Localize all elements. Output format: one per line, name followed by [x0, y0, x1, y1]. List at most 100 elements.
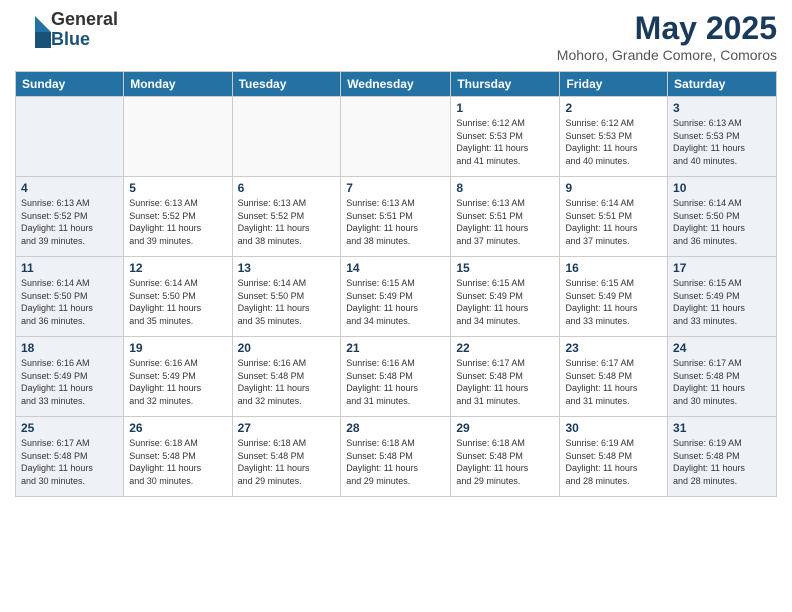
header-wednesday: Wednesday — [341, 72, 451, 97]
calendar-cell: 16Sunrise: 6:15 AM Sunset: 5:49 PM Dayli… — [560, 257, 668, 337]
header-friday: Friday — [560, 72, 668, 97]
day-info: Sunrise: 6:16 AM Sunset: 5:49 PM Dayligh… — [129, 357, 226, 407]
calendar-cell: 20 Sunrise: 6:16 AM Sunset: 5:48 PM Dayli… — [232, 337, 341, 417]
day-info: Sunrise: 6:16 AM Sunset: 5:48 PM Dayligh… — [238, 357, 336, 407]
header-sunday: Sunday — [16, 72, 124, 97]
calendar-cell: 12 Sunrise: 6:14 AM Sunset: 5:50 PM Dayli… — [124, 257, 232, 337]
calendar-cell: 17 Sunrise: 6:15 AM Sunset: 5:49 PM Dayli… — [668, 257, 777, 337]
calendar-cell: 29Sunrise: 6:18 AM Sunset: 5:48 PM Dayli… — [451, 417, 560, 497]
calendar-cell: 30 Sunrise: 6:19 AM Sunset: 5:48 PM Dayli… — [560, 417, 668, 497]
day-info: Sunrise: 6:16 AM Sunset: 5:48 PM Dayligh… — [346, 357, 445, 407]
calendar-cell: 11 Sunrise: 6:14 AM Sunset: 5:50 PM Dayli… — [16, 257, 124, 337]
day-info: Sunrise: 6:16 AM Sunset: 5:49 PM Dayligh… — [21, 357, 118, 407]
day-info: Sunrise: 6:17 AM Sunset: 5:48 PM Dayligh… — [21, 437, 118, 487]
day-number: 24 — [673, 341, 771, 355]
calendar-cell: 23Sunrise: 6:17 AM Sunset: 5:48 PM Dayli… — [560, 337, 668, 417]
day-info: Sunrise: 6:18 AM Sunset: 5:48 PM Dayligh… — [129, 437, 226, 487]
day-info: Sunrise: 6:17 AM Sunset: 5:48 PM Dayligh… — [456, 357, 554, 407]
day-number: 3 — [673, 101, 771, 115]
day-number: 4 — [21, 181, 118, 195]
day-number: 6 — [238, 181, 336, 195]
day-info: Sunrise: 6:13 AM Sunset: 5:53 PM Dayligh… — [673, 117, 771, 167]
calendar-week-3: 11 Sunrise: 6:14 AM Sunset: 5:50 PM Dayli… — [16, 257, 777, 337]
day-info: Sunrise: 6:17 AM Sunset: 5:48 PM Dayligh… — [673, 357, 771, 407]
calendar-cell: 21 Sunrise: 6:16 AM Sunset: 5:48 PM Dayli… — [341, 337, 451, 417]
day-info: Sunrise: 6:14 AM Sunset: 5:50 PM Dayligh… — [129, 277, 226, 327]
day-number: 29 — [456, 421, 554, 435]
day-number: 22 — [456, 341, 554, 355]
calendar-week-1: 1 Sunrise: 6:12 AM Sunset: 5:53 PM Daylig… — [16, 97, 777, 177]
day-number: 1 — [456, 101, 554, 115]
day-number: 26 — [129, 421, 226, 435]
day-info: Sunrise: 6:13 AM Sunset: 5:52 PM Dayligh… — [21, 197, 118, 247]
day-info: Sunrise: 6:12 AM Sunset: 5:53 PM Dayligh… — [456, 117, 554, 167]
day-info: Sunrise: 6:19 AM Sunset: 5:48 PM Dayligh… — [673, 437, 771, 487]
logo-icon — [15, 12, 51, 48]
calendar-cell: 25Sunrise: 6:17 AM Sunset: 5:48 PM Dayli… — [16, 417, 124, 497]
calendar-cell: 15Sunrise: 6:15 AM Sunset: 5:49 PM Dayli… — [451, 257, 560, 337]
calendar-cell — [341, 97, 451, 177]
header-monday: Monday — [124, 72, 232, 97]
logo: General Blue — [15, 10, 118, 50]
day-number: 21 — [346, 341, 445, 355]
day-number: 23 — [565, 341, 662, 355]
day-number: 20 — [238, 341, 336, 355]
day-info: Sunrise: 6:12 AM Sunset: 5:53 PM Dayligh… — [565, 117, 662, 167]
calendar-cell — [16, 97, 124, 177]
day-info: Sunrise: 6:13 AM Sunset: 5:51 PM Dayligh… — [346, 197, 445, 247]
day-info: Sunrise: 6:14 AM Sunset: 5:50 PM Dayligh… — [21, 277, 118, 327]
day-number: 19 — [129, 341, 226, 355]
day-info: Sunrise: 6:15 AM Sunset: 5:49 PM Dayligh… — [456, 277, 554, 327]
calendar-cell: 27 Sunrise: 6:18 AM Sunset: 5:48 PM Dayli… — [232, 417, 341, 497]
calendar-cell: 6Sunrise: 6:13 AM Sunset: 5:52 PM Daylig… — [232, 177, 341, 257]
day-info: Sunrise: 6:15 AM Sunset: 5:49 PM Dayligh… — [673, 277, 771, 327]
day-number: 8 — [456, 181, 554, 195]
day-number: 7 — [346, 181, 445, 195]
day-info: Sunrise: 6:19 AM Sunset: 5:48 PM Dayligh… — [565, 437, 662, 487]
logo-blue-text: Blue — [51, 30, 118, 50]
calendar-cell: 7 Sunrise: 6:13 AM Sunset: 5:51 PM Daylig… — [341, 177, 451, 257]
day-number: 12 — [129, 261, 226, 275]
calendar-week-2: 4 Sunrise: 6:13 AM Sunset: 5:52 PM Daylig… — [16, 177, 777, 257]
calendar-cell: 9Sunrise: 6:14 AM Sunset: 5:51 PM Daylig… — [560, 177, 668, 257]
calendar-table: Sunday Monday Tuesday Wednesday Thursday… — [15, 71, 777, 497]
title-section: May 2025 Mohoro, Grande Comore, Comoros — [557, 10, 777, 63]
calendar-cell: 13Sunrise: 6:14 AM Sunset: 5:50 PM Dayli… — [232, 257, 341, 337]
day-number: 11 — [21, 261, 118, 275]
page-container: General Blue May 2025 Mohoro, Grande Com… — [0, 0, 792, 612]
header-tuesday: Tuesday — [232, 72, 341, 97]
logo-text: General Blue — [51, 10, 118, 50]
calendar-cell: 1 Sunrise: 6:12 AM Sunset: 5:53 PM Daylig… — [451, 97, 560, 177]
day-number: 28 — [346, 421, 445, 435]
calendar-cell: 26 Sunrise: 6:18 AM Sunset: 5:48 PM Dayli… — [124, 417, 232, 497]
day-number: 14 — [346, 261, 445, 275]
day-info: Sunrise: 6:18 AM Sunset: 5:48 PM Dayligh… — [238, 437, 336, 487]
day-number: 5 — [129, 181, 226, 195]
calendar-cell: 19 Sunrise: 6:16 AM Sunset: 5:49 PM Dayli… — [124, 337, 232, 417]
day-number: 16 — [565, 261, 662, 275]
calendar-cell — [124, 97, 232, 177]
calendar-cell: 8Sunrise: 6:13 AM Sunset: 5:51 PM Daylig… — [451, 177, 560, 257]
day-number: 18 — [21, 341, 118, 355]
day-info: Sunrise: 6:14 AM Sunset: 5:51 PM Dayligh… — [565, 197, 662, 247]
day-info: Sunrise: 6:14 AM Sunset: 5:50 PM Dayligh… — [238, 277, 336, 327]
calendar-cell: 3 Sunrise: 6:13 AM Sunset: 5:53 PM Daylig… — [668, 97, 777, 177]
logo-general-text: General — [51, 10, 118, 30]
calendar-header-row: Sunday Monday Tuesday Wednesday Thursday… — [16, 72, 777, 97]
header-saturday: Saturday — [668, 72, 777, 97]
location-subtitle: Mohoro, Grande Comore, Comoros — [557, 47, 777, 63]
calendar-cell: 18 Sunrise: 6:16 AM Sunset: 5:49 PM Dayli… — [16, 337, 124, 417]
day-number: 30 — [565, 421, 662, 435]
calendar-cell: 10Sunrise: 6:14 AM Sunset: 5:50 PM Dayli… — [668, 177, 777, 257]
day-number: 10 — [673, 181, 771, 195]
calendar-week-5: 25Sunrise: 6:17 AM Sunset: 5:48 PM Dayli… — [16, 417, 777, 497]
day-number: 17 — [673, 261, 771, 275]
day-number: 27 — [238, 421, 336, 435]
calendar-cell: 14 Sunrise: 6:15 AM Sunset: 5:49 PM Dayli… — [341, 257, 451, 337]
calendar-cell: 22 Sunrise: 6:17 AM Sunset: 5:48 PM Dayli… — [451, 337, 560, 417]
header-thursday: Thursday — [451, 72, 560, 97]
day-info: Sunrise: 6:13 AM Sunset: 5:52 PM Dayligh… — [129, 197, 226, 247]
day-info: Sunrise: 6:15 AM Sunset: 5:49 PM Dayligh… — [346, 277, 445, 327]
calendar-cell: 5 Sunrise: 6:13 AM Sunset: 5:52 PM Daylig… — [124, 177, 232, 257]
calendar-cell: 4 Sunrise: 6:13 AM Sunset: 5:52 PM Daylig… — [16, 177, 124, 257]
